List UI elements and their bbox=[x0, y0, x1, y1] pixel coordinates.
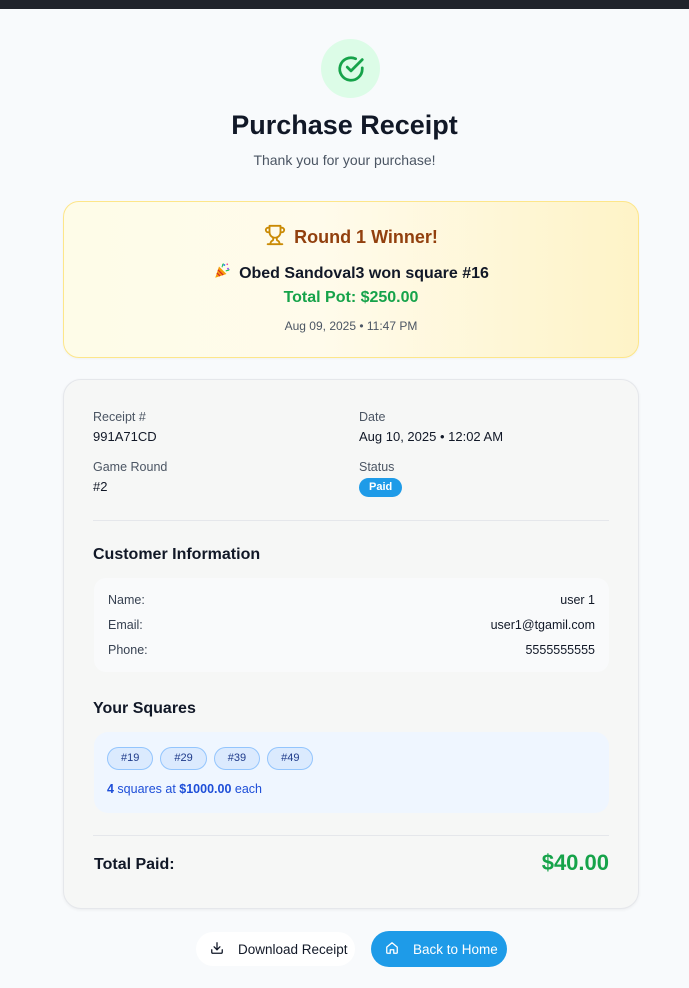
status-label: Status bbox=[359, 460, 395, 474]
total-paid-value: $40.00 bbox=[541, 850, 609, 875]
winner-title: Round 1 Winner! bbox=[294, 227, 438, 247]
winner-line-row: Obed Sandoval3 won square #16 bbox=[64, 262, 638, 285]
square-price: $1000.00 bbox=[179, 782, 232, 796]
window-top-bar bbox=[0, 0, 689, 9]
receipt-number-label: Receipt # bbox=[93, 410, 146, 424]
customer-email-row: Email: user1@tgamil.com bbox=[108, 618, 595, 632]
trophy-icon bbox=[264, 224, 286, 251]
download-receipt-button[interactable]: Download Receipt bbox=[196, 932, 355, 966]
customer-phone-label: Phone: bbox=[108, 643, 148, 657]
customer-info-box: Name: user 1 Email: user1@tgamil.com Pho… bbox=[94, 578, 609, 672]
date-value: Aug 10, 2025 • 12:02 AM bbox=[359, 429, 504, 444]
divider bbox=[93, 835, 609, 836]
squares-summary: 4 squares at $1000.00 each bbox=[107, 782, 262, 796]
download-receipt-label: Download Receipt bbox=[238, 941, 348, 957]
squares-summary-mid: squares at bbox=[113, 782, 180, 796]
customer-name-label: Name: bbox=[108, 593, 145, 607]
home-icon bbox=[385, 941, 399, 958]
page-title: Purchase Receipt bbox=[231, 110, 458, 140]
check-circle-icon bbox=[321, 39, 380, 98]
total-paid-label: Total Paid: bbox=[94, 856, 175, 873]
customer-phone-row: Phone: 5555555555 bbox=[108, 643, 595, 657]
customer-info-title: Customer Information bbox=[93, 546, 261, 563]
back-to-home-label: Back to Home bbox=[413, 941, 498, 957]
status-badge: Paid bbox=[359, 478, 403, 497]
square-chip: #39 bbox=[213, 747, 261, 770]
receipt-card: Receipt # 991A71CD Date Aug 10, 2025 • 1… bbox=[63, 379, 639, 909]
square-chip: #49 bbox=[267, 747, 314, 770]
square-chips: #19 #29 #39 #49 bbox=[107, 747, 314, 770]
game-round-value: #2 bbox=[93, 479, 108, 494]
customer-email-value: user1@tgamil.com bbox=[490, 618, 595, 632]
squares-box: #19 #29 #39 #49 4 squares at $1000.00 ea… bbox=[94, 732, 609, 813]
square-chip: #29 bbox=[160, 747, 207, 770]
winner-announcement: Obed Sandoval3 won square #16 bbox=[239, 264, 489, 282]
winner-card: Round 1 Winner! Obed Sandoval3 won squar… bbox=[63, 201, 639, 358]
receipt-number-value: 991A71CD bbox=[93, 429, 157, 444]
customer-name-value: user 1 bbox=[560, 593, 595, 607]
page-subtitle: Thank you for your purchase! bbox=[253, 152, 436, 168]
divider bbox=[93, 520, 609, 521]
game-round-label: Game Round bbox=[93, 460, 168, 474]
your-squares-title: Your Squares bbox=[93, 700, 196, 717]
receipt-page: Purchase Receipt Thank you for your purc… bbox=[0, 0, 689, 988]
party-popper-icon bbox=[213, 262, 231, 285]
winner-total-pot: Total Pot: $250.00 bbox=[283, 289, 419, 306]
date-label: Date bbox=[359, 410, 386, 424]
customer-phone-value: 5555555555 bbox=[525, 643, 595, 657]
squares-summary-end: each bbox=[231, 782, 263, 796]
back-to-home-button[interactable]: Back to Home bbox=[371, 931, 507, 967]
winner-date: Aug 09, 2025 • 11:47 PM bbox=[284, 319, 418, 333]
download-icon bbox=[210, 941, 224, 958]
squares-count: 4 bbox=[107, 782, 114, 796]
winner-title-row: Round 1 Winner! bbox=[64, 224, 638, 251]
square-chip: #19 bbox=[107, 747, 154, 770]
customer-email-label: Email: bbox=[108, 618, 143, 632]
customer-name-row: Name: user 1 bbox=[108, 593, 595, 607]
